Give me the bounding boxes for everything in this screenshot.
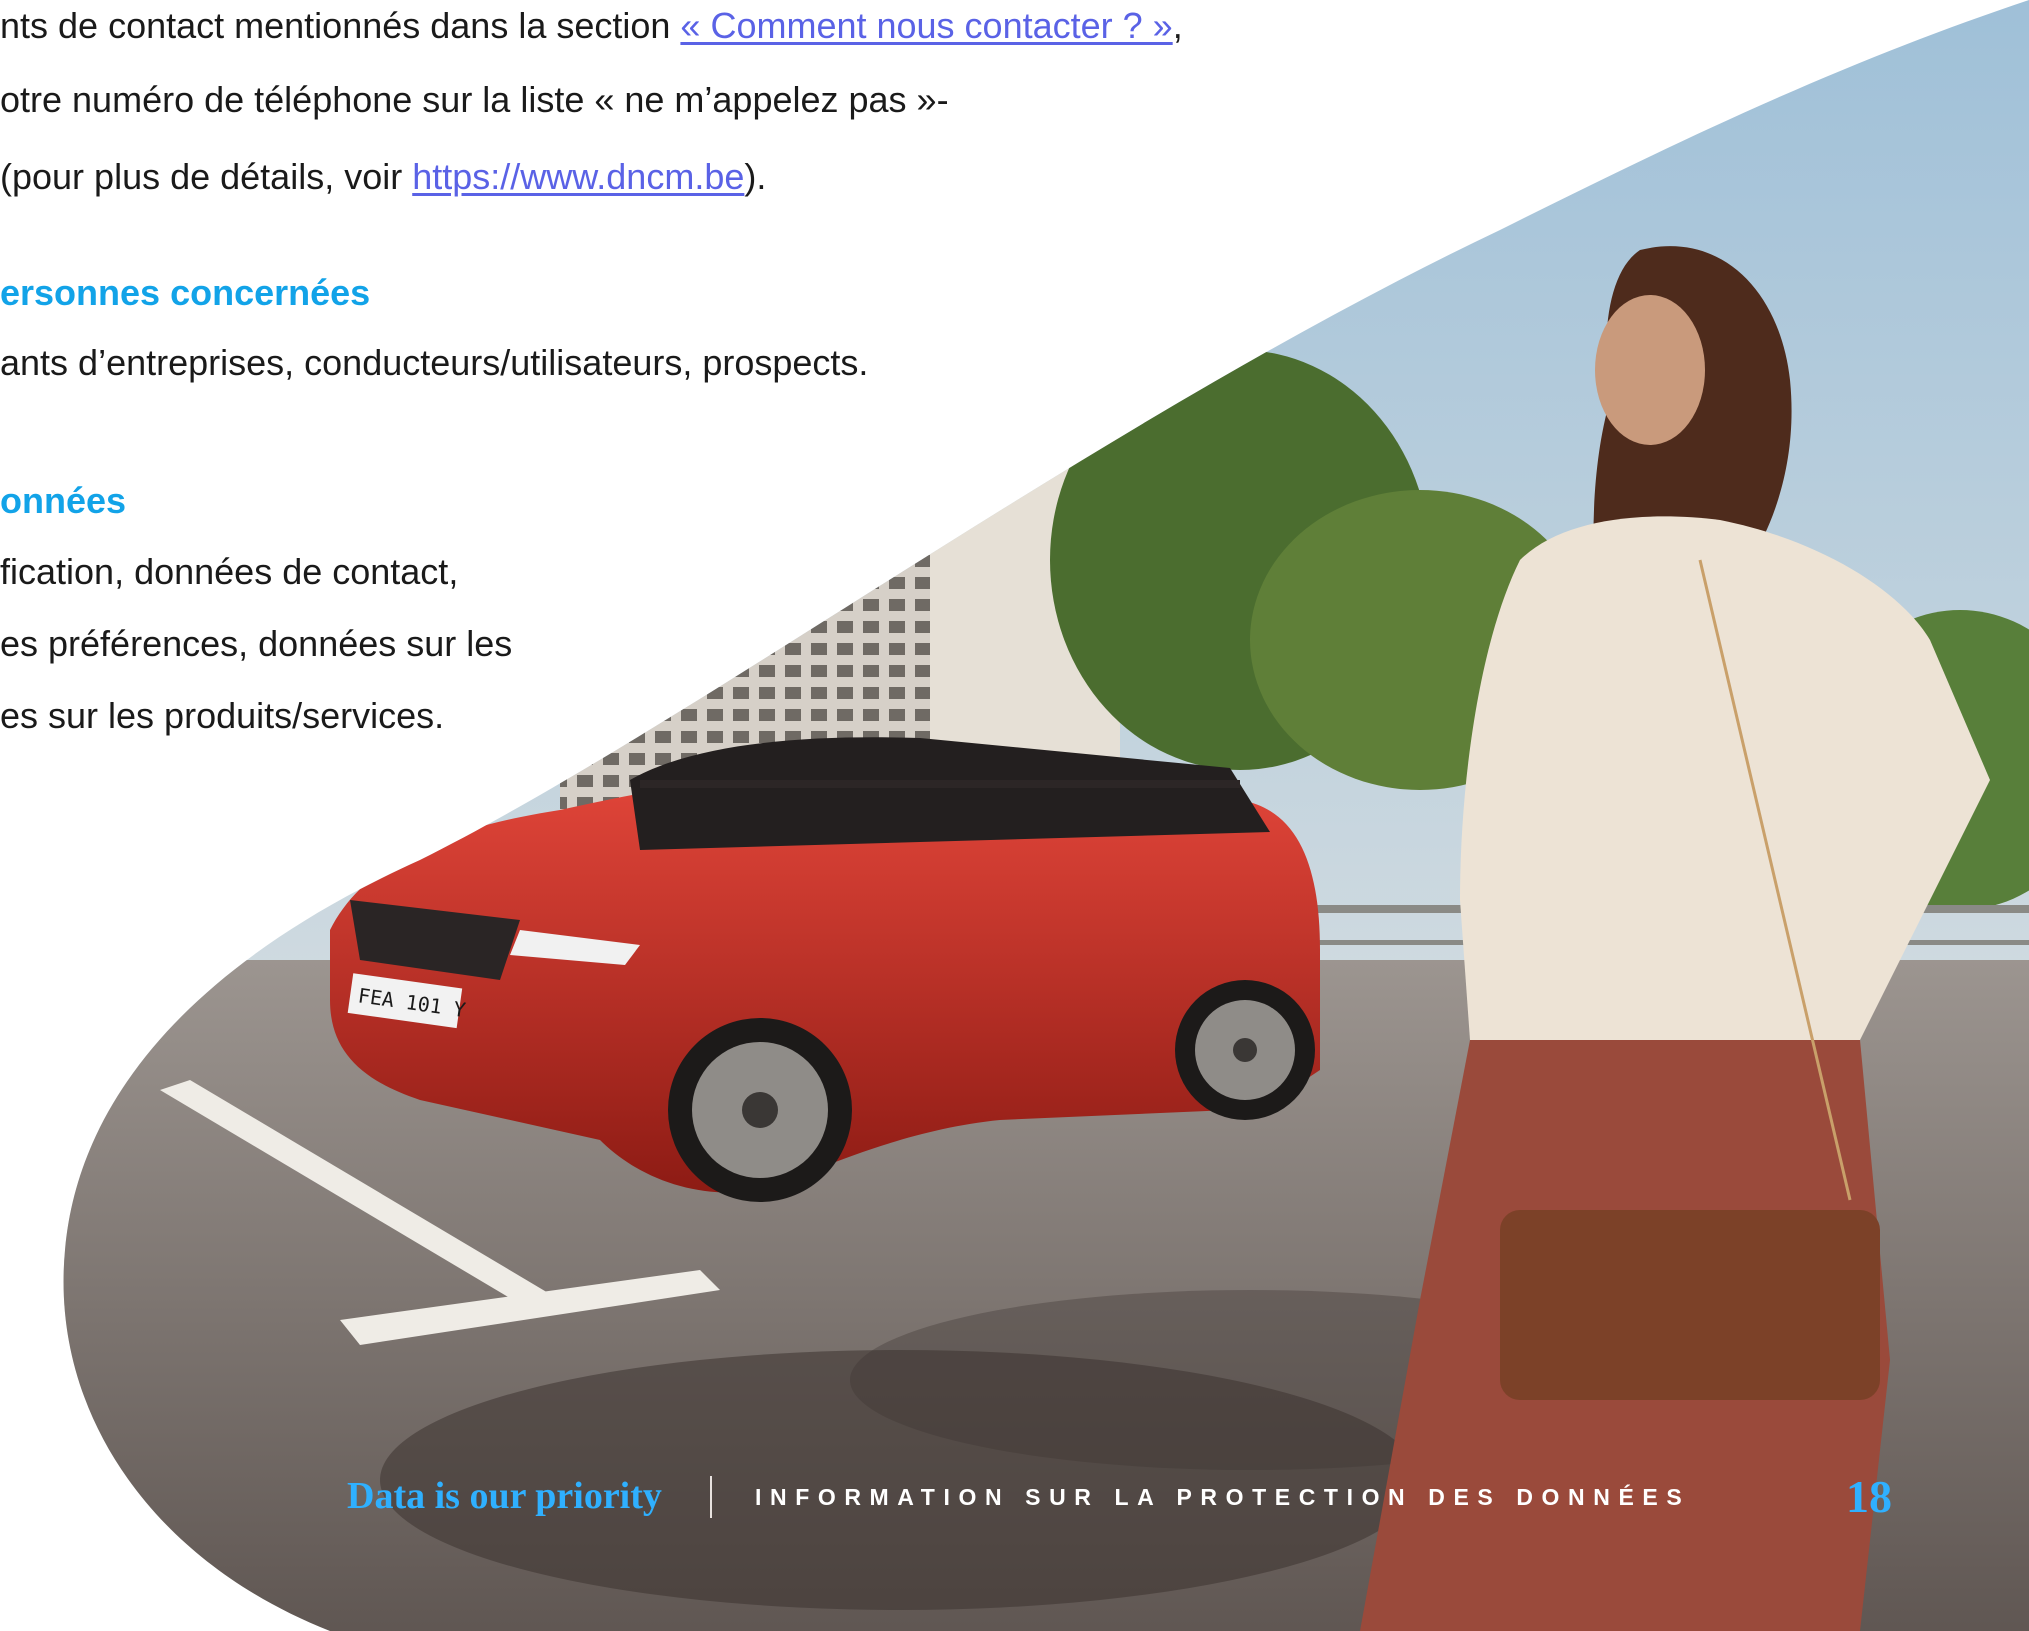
page-number: 18 xyxy=(1846,1471,1892,1522)
photo-woman-and-red-suv: FEA 101 Y xyxy=(63,0,2029,1631)
footer-brand: Data is our priority xyxy=(347,1475,662,1517)
footer-separator xyxy=(710,1476,712,1518)
hero-photo: FEA 101 Y xyxy=(0,0,2029,1631)
footer-document-title: INFORMATION SUR LA PROTECTION DES DONNÉE… xyxy=(755,1484,1691,1510)
page-footer: Data is our priority INFORMATION SUR LA … xyxy=(0,1460,2029,1540)
